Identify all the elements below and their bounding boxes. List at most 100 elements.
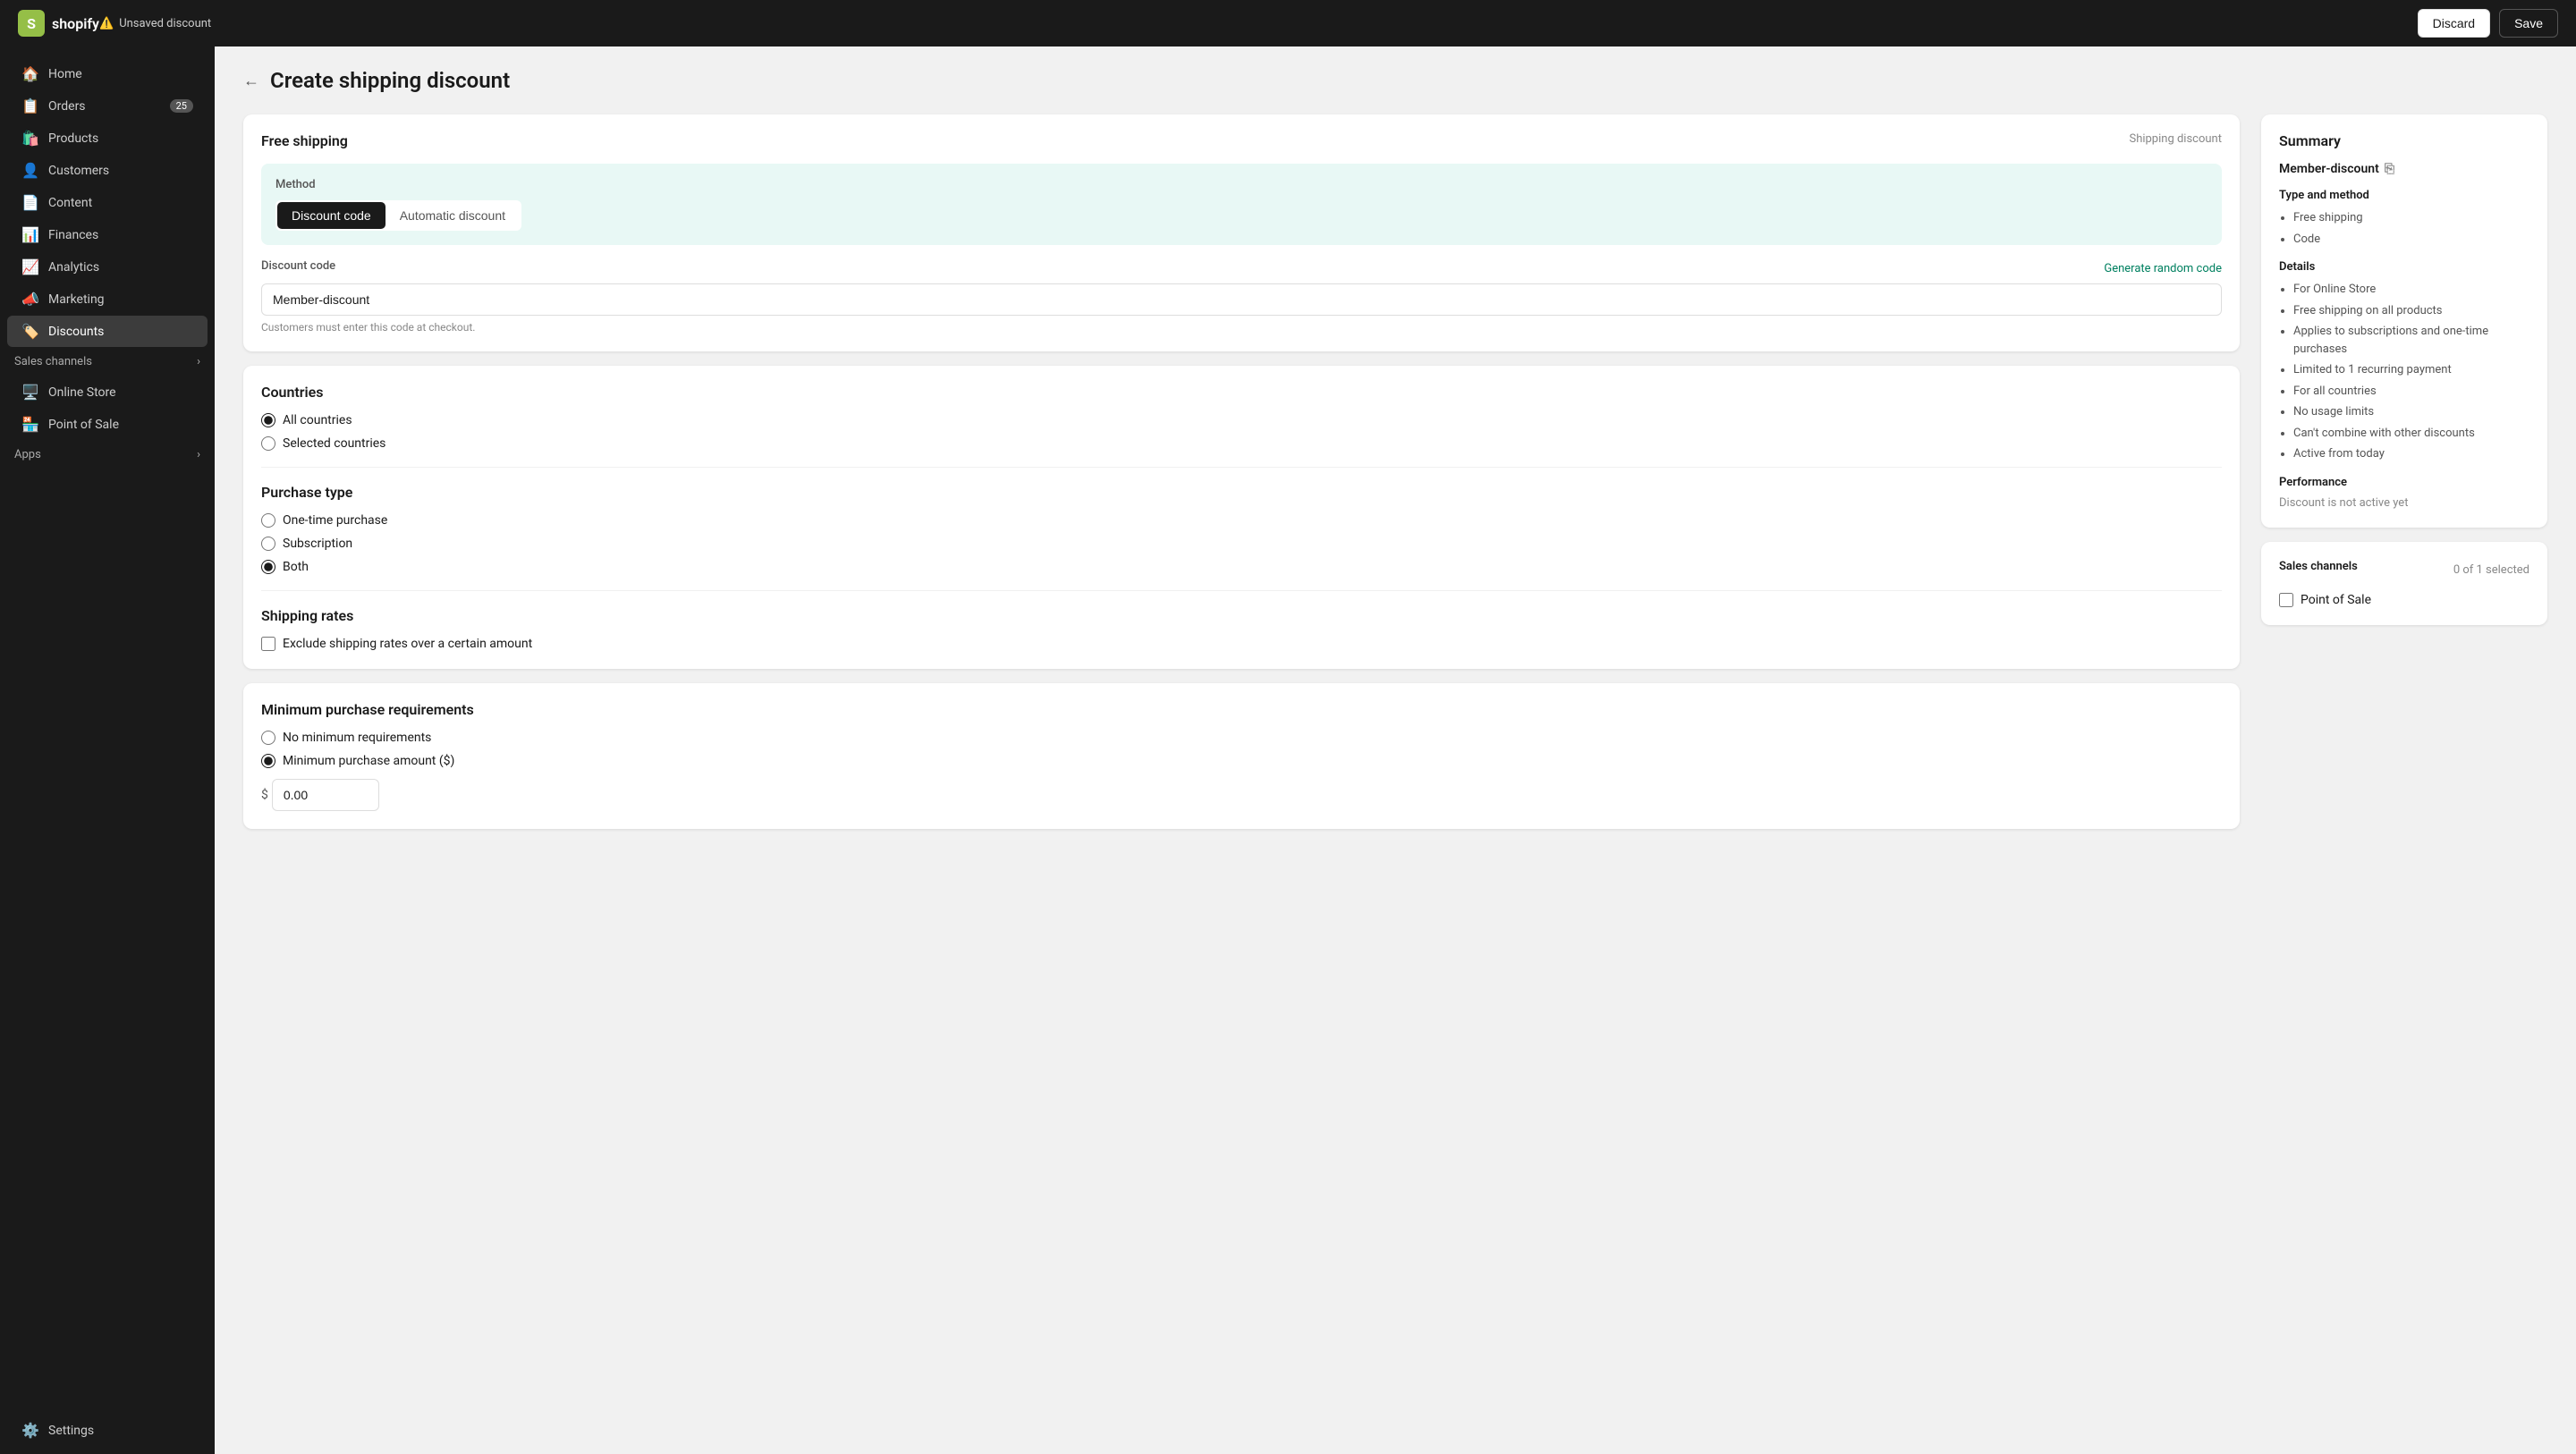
finances-icon: 📊 xyxy=(21,226,39,243)
sidebar-item-home[interactable]: 🏠 Home xyxy=(7,58,208,89)
free-shipping-card: Free shipping Shipping discount Method D… xyxy=(243,114,2240,351)
selected-countries-label: Selected countries xyxy=(283,436,386,451)
sidebar-item-marketing[interactable]: 📣 Marketing xyxy=(7,283,208,315)
sales-channels-section-header[interactable]: Sales channels › xyxy=(0,348,215,376)
page-title: Create shipping discount xyxy=(270,68,510,93)
all-countries-label: All countries xyxy=(283,413,352,427)
chevron-right-icon: › xyxy=(197,448,200,461)
both-radio-input[interactable] xyxy=(261,560,275,574)
copy-icon[interactable]: ⎘ xyxy=(2385,162,2394,176)
discount-code-field: Discount code Generate random code Custo… xyxy=(261,259,2222,334)
topbar-logo: S shopify xyxy=(18,10,99,37)
discount-code-field-row: Discount code Generate random code xyxy=(261,259,2222,278)
sales-channels-label: Sales channels xyxy=(14,355,92,368)
analytics-icon: 📈 xyxy=(21,258,39,275)
products-icon: 🛍️ xyxy=(21,130,39,147)
left-column: Free shipping Shipping discount Method D… xyxy=(243,114,2240,843)
topbar: S shopify ⚠️ Unsaved discount Discard Sa… xyxy=(0,0,2576,46)
exclude-shipping-rates-checkbox[interactable]: Exclude shipping rates over a certain am… xyxy=(261,637,2222,651)
sidebar-item-content[interactable]: 📄 Content xyxy=(7,187,208,218)
performance-text: Discount is not active yet xyxy=(2279,496,2529,510)
generate-random-link[interactable]: Generate random code xyxy=(2104,262,2222,275)
no-minimum-label: No minimum requirements xyxy=(283,731,431,745)
card-header-row: Free shipping Shipping discount xyxy=(261,132,2222,149)
one-time-radio-input[interactable] xyxy=(261,513,275,528)
marketing-icon: 📣 xyxy=(21,291,39,308)
type-method-title: Type and method xyxy=(2279,189,2529,202)
type-method-section: Type and method Free shipping Code xyxy=(2279,189,2529,248)
content-icon: 📄 xyxy=(21,194,39,211)
subscription-radio[interactable]: Subscription xyxy=(261,537,2222,551)
point-of-sale-checkbox[interactable] xyxy=(2279,593,2293,607)
minimum-purchase-radio-group: No minimum requirements Minimum purchase… xyxy=(261,731,2222,768)
dollar-sign: $ xyxy=(261,788,268,802)
purchase-type-radio-group: One-time purchase Subscription Both xyxy=(261,513,2222,574)
discard-button[interactable]: Discard xyxy=(2418,9,2490,38)
countries-title: Countries xyxy=(261,384,2222,401)
apps-section-header[interactable]: Apps › xyxy=(0,441,215,469)
settings-icon: ⚙️ xyxy=(21,1422,39,1439)
point-of-sale-channel[interactable]: Point of Sale xyxy=(2279,593,2529,607)
layout: 🏠 Home 📋 Orders 25 🛍️ Products 👤 Custome… xyxy=(0,46,2576,1454)
sidebar-item-label: Analytics xyxy=(48,260,99,275)
minimum-amount-input[interactable] xyxy=(272,779,379,811)
both-radio[interactable]: Both xyxy=(261,560,2222,574)
detail-1: Free shipping on all products xyxy=(2293,302,2529,320)
discount-code-input[interactable] xyxy=(261,283,2222,316)
sales-channels-header: Sales channels 0 of 1 selected xyxy=(2279,560,2529,580)
all-countries-radio-input[interactable] xyxy=(261,413,275,427)
sales-channels-title: Sales channels xyxy=(2279,560,2358,573)
page-header: ← Create shipping discount xyxy=(243,68,2547,93)
back-button[interactable]: ← xyxy=(243,72,259,90)
sidebar-item-label: Finances xyxy=(48,228,98,242)
automatic-discount-toggle[interactable]: Automatic discount xyxy=(386,202,520,229)
method-label: Method xyxy=(275,178,2207,191)
no-minimum-radio-input[interactable] xyxy=(261,731,275,745)
detail-2: Applies to subscriptions and one-time pu… xyxy=(2293,323,2529,358)
sales-channels-count: 0 of 1 selected xyxy=(2453,563,2529,577)
details-title: Details xyxy=(2279,260,2529,274)
content-grid: Free shipping Shipping discount Method D… xyxy=(243,114,2547,843)
summary-name: Member-discount ⎘ xyxy=(2279,162,2529,176)
customers-icon: 👤 xyxy=(21,162,39,179)
one-time-label: One-time purchase xyxy=(283,513,387,528)
countries-radio-group: All countries Selected countries xyxy=(261,413,2222,451)
sidebar-item-online-store[interactable]: 🖥️ Online Store xyxy=(7,376,208,408)
sidebar-item-analytics[interactable]: 📈 Analytics xyxy=(7,251,208,283)
both-label: Both xyxy=(283,560,309,574)
sidebar-item-orders[interactable]: 📋 Orders 25 xyxy=(7,90,208,122)
subscription-radio-input[interactable] xyxy=(261,537,275,551)
summary-title: Summary xyxy=(2279,132,2529,149)
selected-countries-radio[interactable]: Selected countries xyxy=(261,436,2222,451)
free-shipping-title: Free shipping xyxy=(261,132,348,149)
no-minimum-radio[interactable]: No minimum requirements xyxy=(261,731,2222,745)
right-column: Summary Member-discount ⎘ Type and metho… xyxy=(2261,114,2547,843)
topbar-center: ⚠️ Unsaved discount xyxy=(99,17,2418,30)
save-button[interactable]: Save xyxy=(2499,9,2558,38)
one-time-purchase-radio[interactable]: One-time purchase xyxy=(261,513,2222,528)
sales-channels-card: Sales channels 0 of 1 selected Point of … xyxy=(2261,542,2547,625)
orders-badge: 25 xyxy=(170,99,193,113)
discount-code-label: Discount code xyxy=(261,259,335,273)
type-method-list: Free shipping Code xyxy=(2279,209,2529,248)
method-toggle-group: Discount code Automatic discount xyxy=(275,200,521,231)
discount-code-toggle[interactable]: Discount code xyxy=(277,202,386,229)
minimum-amount-radio[interactable]: Minimum purchase amount ($) xyxy=(261,754,2222,768)
home-icon: 🏠 xyxy=(21,65,39,82)
exclude-checkbox-input[interactable] xyxy=(261,637,275,651)
selected-countries-radio-input[interactable] xyxy=(261,436,275,451)
minimum-purchase-title: Minimum purchase requirements xyxy=(261,701,2222,718)
sidebar-item-settings[interactable]: ⚙️ Settings xyxy=(7,1415,208,1446)
sidebar-item-label: Content xyxy=(48,196,92,210)
sidebar-item-label: Customers xyxy=(48,164,109,178)
sidebar-item-discounts[interactable]: 🏷️ Discounts xyxy=(7,316,208,347)
all-countries-radio[interactable]: All countries xyxy=(261,413,2222,427)
sidebar-item-products[interactable]: 🛍️ Products xyxy=(7,123,208,154)
sidebar-item-point-of-sale[interactable]: 🏪 Point of Sale xyxy=(7,409,208,440)
sidebar-item-label: Online Store xyxy=(48,385,116,400)
sidebar-item-customers[interactable]: 👤 Customers xyxy=(7,155,208,186)
countries-card: Countries All countries Selected countri… xyxy=(243,366,2240,669)
minimum-amount-radio-input[interactable] xyxy=(261,754,275,768)
sidebar-item-label: Settings xyxy=(48,1424,94,1438)
sidebar-item-finances[interactable]: 📊 Finances xyxy=(7,219,208,250)
